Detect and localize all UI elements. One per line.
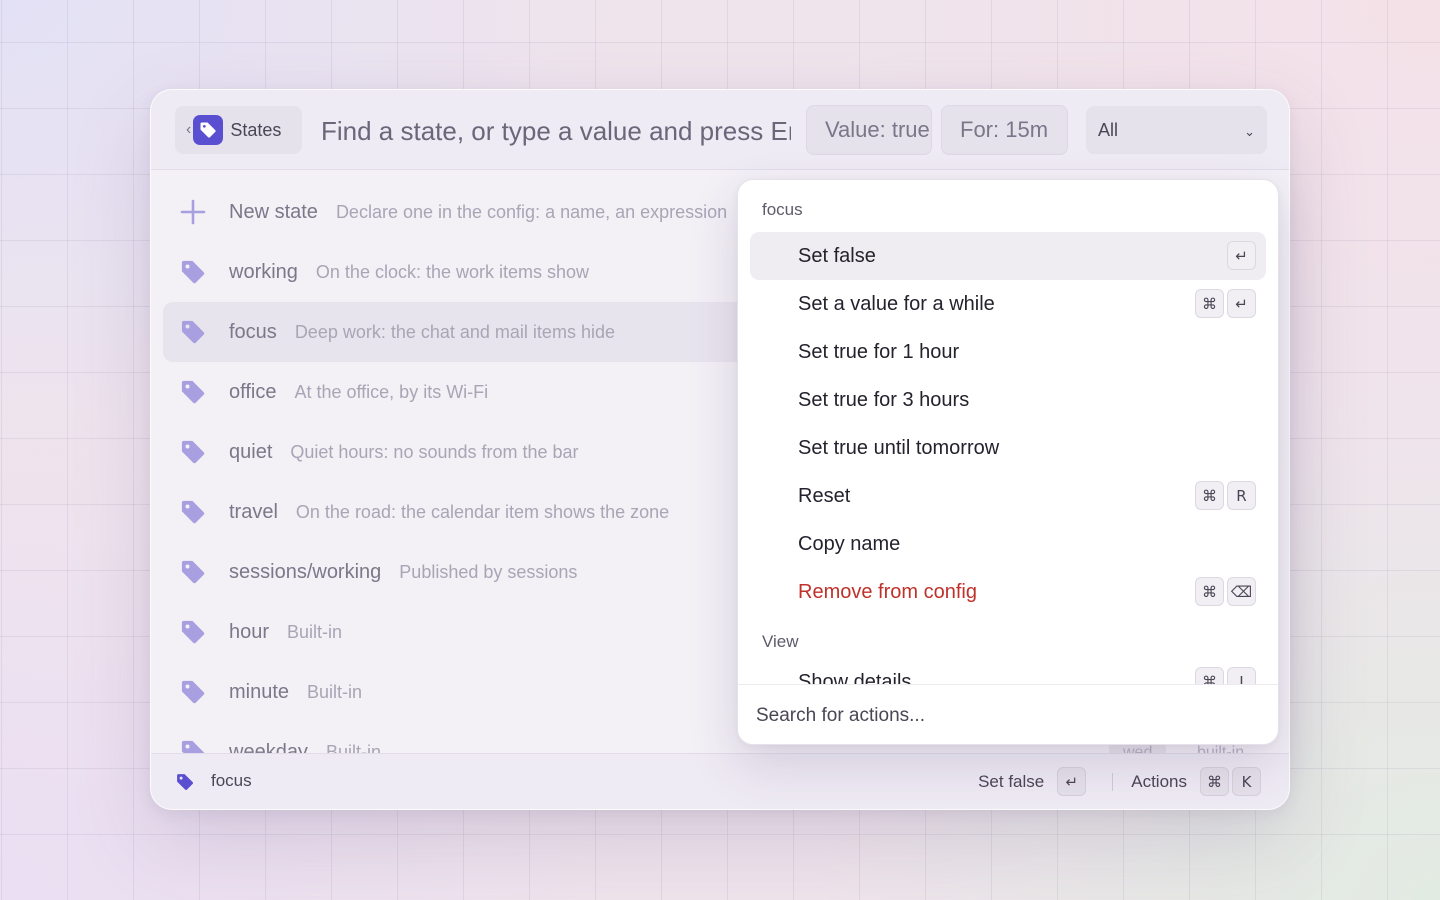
actions-section-title: focus [762,200,803,219]
tag-icon [179,558,207,586]
action-label: Set true for 3 hours [798,388,970,411]
action-label: Reset [798,484,851,507]
actions-list: focus Set false ↵ Set a value for a whil… [738,180,1278,685]
command-key-icon: ⌘ [1195,577,1224,606]
states-app-icon [193,115,224,145]
tag-icon [179,498,207,526]
list-item-description: Built-in [307,681,363,702]
value-field[interactable]: Value: true [806,105,932,155]
list-item-description: Deep work: the chat and mail items hide [294,321,615,342]
value-field-text: Value: true [825,117,930,142]
list-item-description: At the office, by its Wi-Fi [294,381,489,402]
tag-icon [175,772,195,797]
primary-action-button[interactable]: Set false [978,772,1044,792]
plus-icon [179,198,207,226]
list-item-title: focus [229,320,277,343]
tag-icon [179,318,207,346]
list-item-title: quiet [229,440,273,463]
filter-dropdown-value: All [1098,119,1119,140]
delete-key-icon: ⌫ [1227,577,1256,606]
header-bar: ‹ States Value: true For: 15m All ⌄ [151,90,1289,170]
action-remove-from-config[interactable]: Remove from config ⌘ ⌫ [750,568,1266,616]
action-label: Copy name [798,532,901,555]
action-show-details[interactable]: Show details ⌘ I [750,658,1266,685]
chevron-left-icon: ‹ [186,121,192,138]
list-item-title: hour [229,620,270,643]
selected-state-label: focus [211,771,252,790]
tag-icon [200,122,216,138]
list-item-title: sessions/working [229,560,382,583]
list-item-title: office [229,380,277,403]
list-item-description: Built-in [287,621,343,642]
action-label: Set false [798,244,876,267]
action-set-true-3-hours[interactable]: Set true for 3 hours [750,376,1266,424]
action-label: Set true until tomorrow [798,436,1000,459]
chevron-down-icon: ⌄ [1244,124,1255,139]
action-label: Remove from config [798,580,977,603]
i-key-icon: I [1227,667,1256,685]
footer-bar: focus Set false ↵ Actions ⌘ K [151,753,1289,809]
action-set-value-for-while[interactable]: Set a value for a while ⌘ ↵ [750,280,1266,328]
return-key-icon: ↵ [1057,767,1087,796]
tag-icon [179,438,207,466]
list-item-title: New state [229,200,318,223]
list-item-description: On the clock: the work items show [315,261,590,282]
footer-actions: Set false ↵ Actions ⌘ K [978,767,1261,796]
r-key-icon: R [1227,481,1256,510]
tag-icon [179,618,207,646]
back-button[interactable]: ‹ States [175,106,302,154]
filter-dropdown[interactable]: All ⌄ [1086,106,1267,154]
actions-popover: focus Set false ↵ Set a value for a whil… [737,179,1279,745]
action-set-true-until-tomorrow[interactable]: Set true until tomorrow [750,424,1266,472]
action-label: Set a value for a while [798,292,995,315]
action-label: Set true for 1 hour [798,340,960,363]
list-item-description: Declare one in the config: a name, an ex… [335,201,728,222]
command-key-icon: ⌘ [1200,767,1229,796]
tag-icon [179,258,207,286]
command-key-icon: ⌘ [1195,481,1224,510]
command-key-icon: ⌘ [1195,289,1224,318]
action-reset[interactable]: Reset ⌘ R [750,472,1266,520]
action-set-false[interactable]: Set false ↵ [750,232,1266,280]
list-item-description: Quiet hours: no sounds from the bar [290,441,579,462]
list-item-description: On the road: the calendar item shows the… [295,501,670,522]
tag-icon [179,678,207,706]
duration-field[interactable]: For: 15m [941,105,1068,155]
list-item-description: Published by sessions [399,561,578,582]
state-search-input[interactable] [321,110,791,152]
actions-search-input[interactable] [756,701,1256,731]
view-section-title: View [762,632,799,651]
duration-field-text: For: 15m [960,117,1049,142]
divider [1112,772,1114,791]
command-key-icon: ⌘ [1195,667,1224,685]
action-label: Show details [798,670,912,686]
back-button-label: States [230,119,282,140]
action-copy-name[interactable]: Copy name [750,520,1266,568]
k-key-icon: K [1232,767,1261,796]
tag-icon [179,378,207,406]
actions-button[interactable]: Actions [1131,772,1187,792]
return-key-icon: ↵ [1227,289,1256,318]
list-item-title: minute [229,680,290,703]
action-set-true-1-hour[interactable]: Set true for 1 hour [750,328,1266,376]
return-key-icon: ↵ [1227,241,1256,270]
list-item-title: working [229,260,298,283]
list-item-title: travel [229,500,278,523]
actions-search-bar [738,684,1278,744]
